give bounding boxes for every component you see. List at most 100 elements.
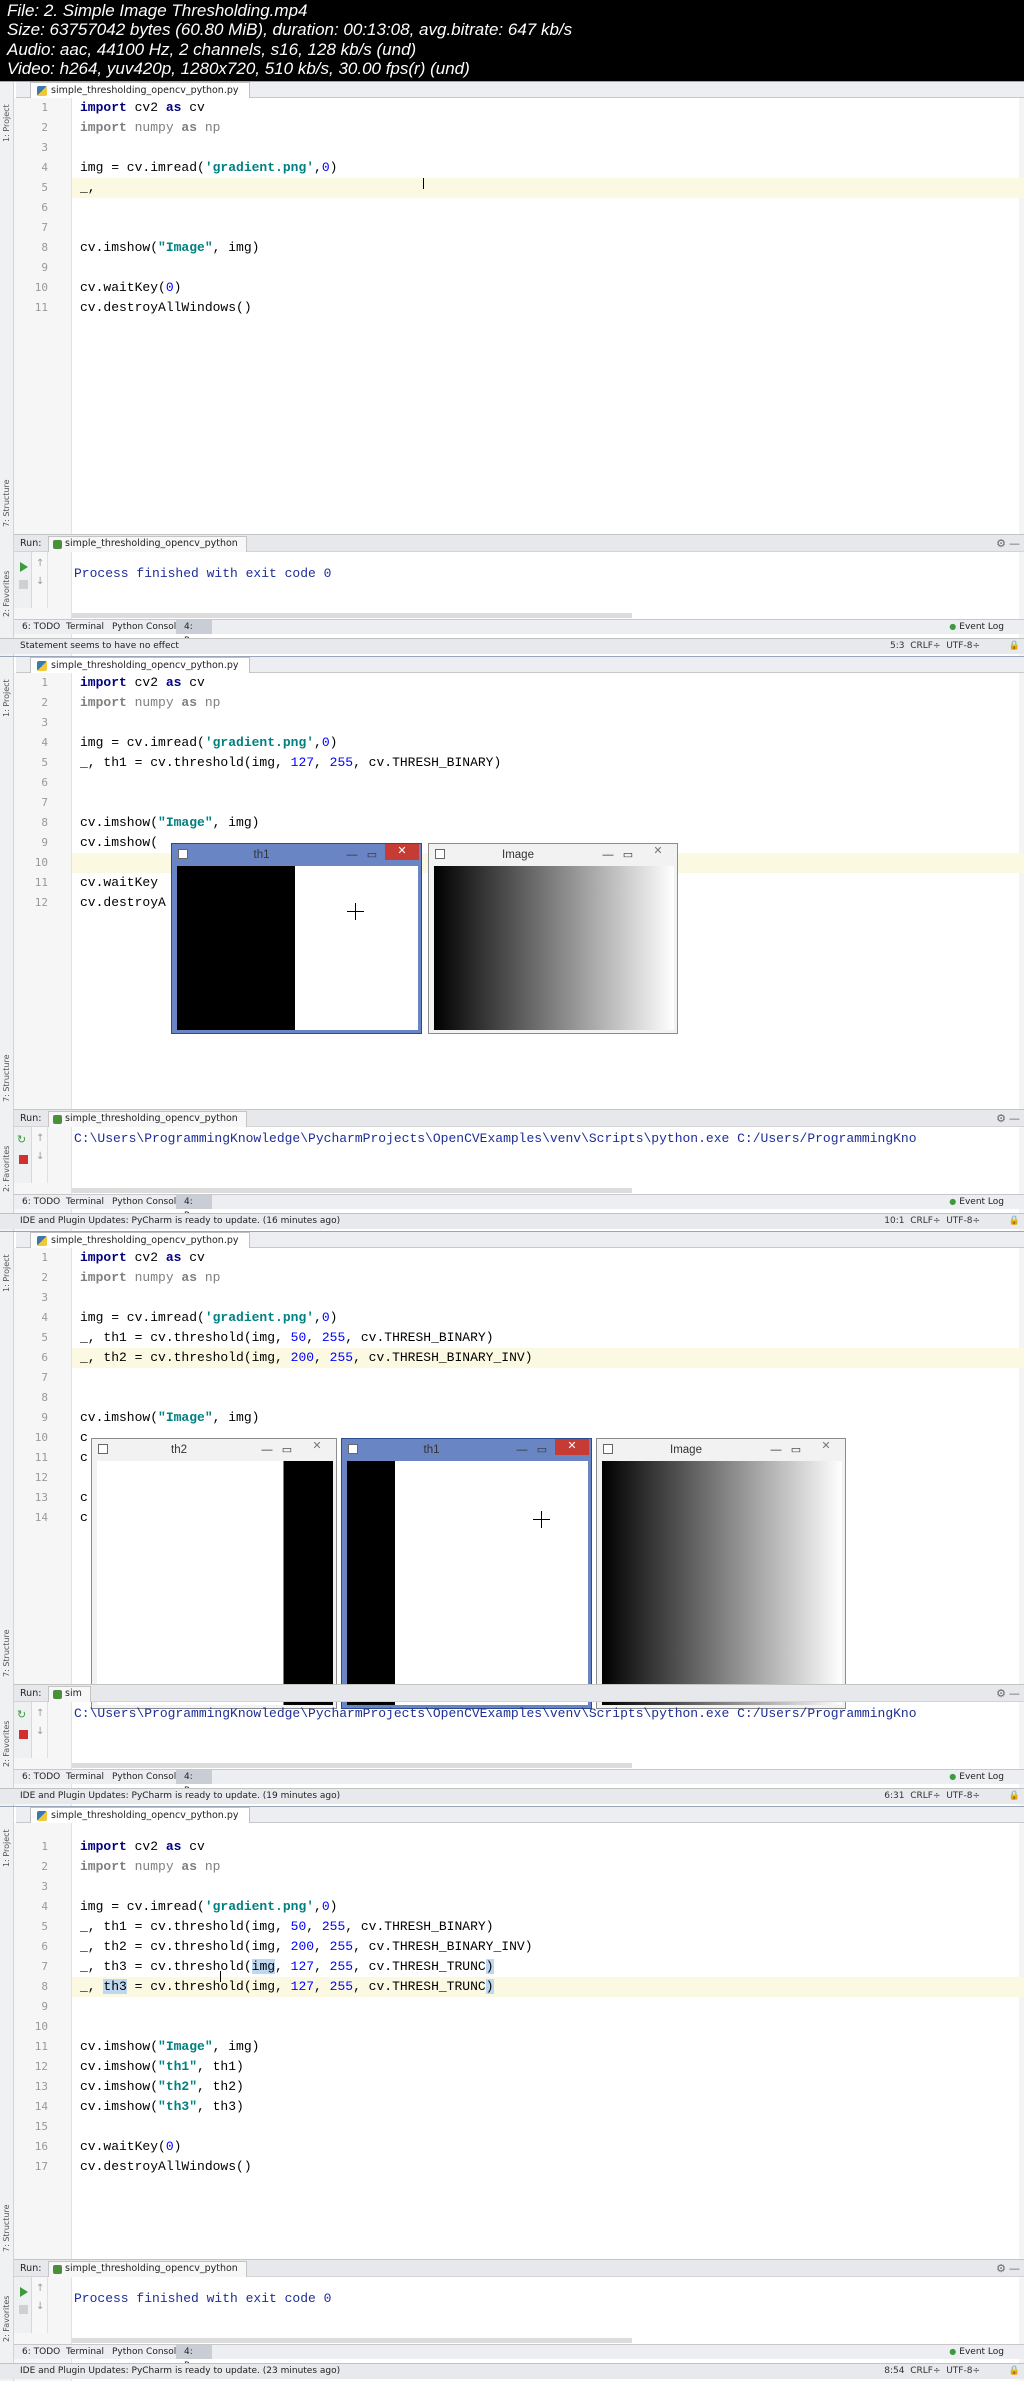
code-line[interactable]: _, th2 = cv.threshold(img, 200, 255, cv.… [80,1937,1014,1957]
stop-icon[interactable] [19,2305,28,2314]
maximize-icon[interactable]: ▭ [363,844,381,866]
code-line[interactable]: cv.imshow("Image", img) [80,813,1014,833]
code-line[interactable]: cv.imshow("th3", th3) [80,2097,1014,2117]
todo-tab[interactable]: 6: TODO [20,2345,60,2359]
hide-panel-icon[interactable]: — [1009,2260,1020,2277]
image-window[interactable]: Image — ▭ ✕ [428,843,678,1034]
up-arrow-icon[interactable]: ↑ [36,1708,44,1719]
code-line[interactable]: cv.waitKey(0) [80,2137,1014,2157]
rerun-icon[interactable]: ↻ [17,1708,26,1721]
run-output-scrollbar[interactable] [72,1188,632,1193]
python-console-tab[interactable]: Python Console [110,1195,182,1209]
minimize-icon[interactable]: — [599,844,617,866]
down-arrow-icon[interactable]: ↓ [36,1726,44,1737]
close-icon[interactable]: ✕ [385,844,419,860]
terminal-tab[interactable]: Terminal [64,620,104,634]
close-icon[interactable]: ✕ [300,1439,334,1455]
run-tab[interactable]: 4: Run [176,1195,212,1221]
code-line[interactable]: img = cv.imread('gradient.png',0) [80,158,1014,178]
code-line[interactable]: cv.destroyAllWindows() [80,298,1014,318]
code-line[interactable]: import cv2 as cv [80,98,1014,118]
run-tab[interactable]: 4: Run [176,1770,212,1796]
event-log-button[interactable]: Event Log [949,2345,1004,2359]
project-tool-label[interactable]: 1: Project [2,1829,11,1867]
stop-icon[interactable] [19,580,28,589]
up-arrow-icon[interactable]: ↑ [36,2283,44,2294]
project-tool-label[interactable]: 1: Project [2,679,11,717]
lock-icon[interactable]: 🔒 [1009,639,1020,654]
maximize-icon[interactable]: ▭ [619,844,637,866]
code-line[interactable]: import numpy as np [80,693,1014,713]
editor-file-tab[interactable]: simple_thresholding_opencv_python.py [30,1807,250,1823]
down-arrow-icon[interactable]: ↓ [36,2301,44,2312]
event-log-button[interactable]: Event Log [949,620,1004,634]
favorites-tool-label[interactable]: 2: Favorites [2,571,11,617]
minimize-icon[interactable]: — [513,1439,531,1461]
code-line[interactable]: img = cv.imread('gradient.png',0) [80,1897,1014,1917]
editor-file-tab[interactable]: simple_thresholding_opencv_python.py [30,1232,250,1248]
gear-icon[interactable]: ⚙ [996,1685,1006,1702]
image-title-bar[interactable]: Image — ▭ ✕ [597,1439,845,1461]
todo-tab[interactable]: 6: TODO [20,620,60,634]
code-line[interactable]: cv.imshow("Image", img) [80,2037,1014,2057]
th1-window[interactable]: th1 — ▭ ✕ [171,843,422,1034]
event-log-button[interactable]: Event Log [949,1770,1004,1784]
code-line[interactable]: _, th1 = cv.threshold(img, 50, 255, cv.T… [80,1328,1014,1348]
terminal-tab[interactable]: Terminal [64,1195,104,1209]
lock-icon[interactable]: 🔒 [1009,1214,1020,1229]
structure-tool-label[interactable]: 7: Structure [2,479,11,527]
project-tool-label[interactable]: 1: Project [2,1254,11,1292]
code-line[interactable]: cv.imshow("Image", img) [80,1408,1014,1428]
terminal-tab[interactable]: Terminal [64,1770,104,1784]
code-line[interactable]: import numpy as np [80,118,1014,138]
stop-icon[interactable] [19,1730,28,1739]
run-output-scrollbar[interactable] [72,613,632,618]
code-line[interactable]: cv.destroyAllWindows() [80,2157,1014,2177]
gear-icon[interactable]: ⚙ [996,535,1006,552]
code-line[interactable]: import numpy as np [80,1857,1014,1877]
python-console-tab[interactable]: Python Console [110,1770,182,1784]
terminal-tab[interactable]: Terminal [64,2345,104,2359]
code-line[interactable]: import cv2 as cv [80,1837,1014,1857]
editor-file-tab[interactable]: simple_thresholding_opencv_python.py [30,657,250,673]
rerun-icon[interactable] [20,2287,28,2297]
code-line[interactable]: cv.imshow("th1", th1) [80,2057,1014,2077]
run-config-tab[interactable]: simple_thresholding_opencv_python [48,1111,247,1127]
favorites-tool-label[interactable]: 2: Favorites [2,1146,11,1192]
close-icon[interactable]: ✕ [641,844,675,860]
down-arrow-icon[interactable]: ↓ [36,576,44,587]
maximize-icon[interactable]: ▭ [787,1439,805,1461]
hide-panel-icon[interactable]: — [1009,535,1020,552]
th1-window[interactable]: th1 — ▭ ✕ [341,1438,592,1709]
code-line[interactable]: import cv2 as cv [80,1248,1014,1268]
code-line[interactable]: img = cv.imread('gradient.png',0) [80,733,1014,753]
code-line[interactable]: img = cv.imread('gradient.png',0) [80,1308,1014,1328]
code-line[interactable]: cv.imshow("Image", img) [80,238,1014,258]
hide-panel-icon[interactable]: — [1009,1110,1020,1127]
up-arrow-icon[interactable]: ↑ [36,558,44,569]
down-arrow-icon[interactable]: ↓ [36,1151,44,1162]
code-line[interactable]: _, th1 = cv.threshold(img, 127, 255, cv.… [80,753,1014,773]
close-icon[interactable]: ✕ [809,1439,843,1455]
close-icon[interactable]: ✕ [555,1439,589,1455]
run-config-tab[interactable]: sim [48,1686,91,1702]
run-output-scrollbar[interactable] [72,2338,632,2343]
up-arrow-icon[interactable]: ↑ [36,1133,44,1144]
code-line[interactable]: import cv2 as cv [80,673,1014,693]
th1-title-bar[interactable]: th1 — ▭ ✕ [172,844,421,866]
maximize-icon[interactable]: ▭ [278,1439,296,1461]
run-config-tab[interactable]: simple_thresholding_opencv_python [48,536,247,552]
hide-panel-icon[interactable]: — [1009,1685,1020,1702]
favorites-tool-label[interactable]: 2: Favorites [2,1721,11,1767]
project-tool-label[interactable]: 1: Project [2,104,11,142]
run-config-tab[interactable]: simple_thresholding_opencv_python [48,2261,247,2277]
python-console-tab[interactable]: Python Console [110,620,182,634]
code-line[interactable]: _, th1 = cv.threshold(img, 50, 255, cv.T… [80,1917,1014,1937]
structure-tool-label[interactable]: 7: Structure [2,1629,11,1677]
event-log-button[interactable]: Event Log [949,1195,1004,1209]
lock-icon[interactable]: 🔒 [1009,1789,1020,1804]
code-line[interactable]: cv.waitKey(0) [80,278,1014,298]
gear-icon[interactable]: ⚙ [996,1110,1006,1127]
code-line[interactable]: cv.imshow("th2", th2) [80,2077,1014,2097]
gear-icon[interactable]: ⚙ [996,2260,1006,2277]
